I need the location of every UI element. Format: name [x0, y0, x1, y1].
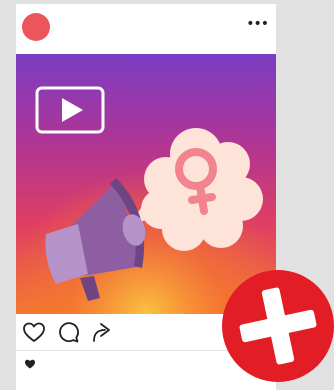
more-options-button[interactable]: ••• [246, 17, 269, 31]
avatar[interactable] [22, 13, 50, 41]
post-actions [22, 320, 114, 344]
share-icon[interactable] [90, 320, 114, 344]
close-icon[interactable] [220, 268, 334, 384]
heart-icon[interactable] [22, 320, 46, 344]
comment-icon[interactable] [56, 320, 80, 344]
heart-filled-icon [25, 359, 35, 369]
